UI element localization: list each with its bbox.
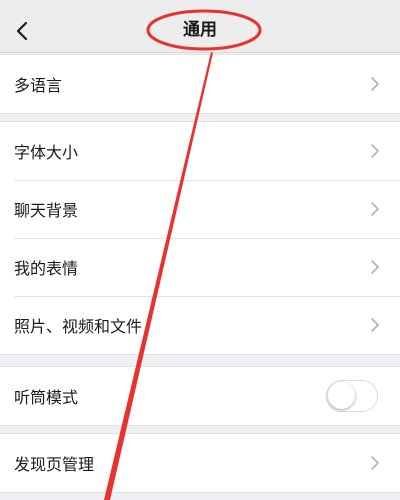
- chevron-right-icon: [371, 456, 379, 470]
- settings-section-earpiece: 听筒模式: [0, 366, 400, 426]
- settings-section-display: 字体大小 聊天背景 我的表情 照片、视频和文件: [0, 121, 400, 355]
- settings-item-label: 我的表情: [14, 259, 79, 278]
- settings-item-label: 多语言: [14, 76, 63, 95]
- navigation-bar: 通用: [0, 10, 400, 53]
- settings-item-language[interactable]: 多语言: [0, 55, 400, 113]
- chevron-right-icon: [371, 318, 379, 332]
- settings-item-discover-management[interactable]: 发现页管理: [0, 434, 400, 492]
- status-bar: [0, 0, 400, 10]
- settings-item-label: 发现页管理: [14, 455, 95, 474]
- settings-item-photos-videos-files[interactable]: 照片、视频和文件: [0, 296, 400, 354]
- settings-item-label: 照片、视频和文件: [14, 317, 143, 336]
- settings-item-label: 聊天背景: [14, 201, 79, 220]
- chevron-right-icon: [371, 144, 379, 158]
- chevron-right-icon: [371, 77, 379, 91]
- toggle-knob: [328, 382, 355, 409]
- settings-item-earpiece-mode: 听筒模式: [0, 367, 400, 425]
- settings-section-discover: 发现页管理: [0, 433, 400, 493]
- page-title: 通用: [183, 20, 217, 40]
- settings-section-language: 多语言: [0, 54, 400, 114]
- earpiece-mode-toggle[interactable]: [326, 380, 378, 412]
- settings-item-font-size[interactable]: 字体大小: [0, 122, 400, 180]
- chevron-right-icon: [371, 260, 379, 274]
- settings-item-chat-background[interactable]: 聊天背景: [0, 180, 400, 238]
- settings-item-my-stickers[interactable]: 我的表情: [0, 238, 400, 296]
- settings-item-label: 字体大小: [14, 143, 79, 162]
- chevron-right-icon: [371, 202, 379, 216]
